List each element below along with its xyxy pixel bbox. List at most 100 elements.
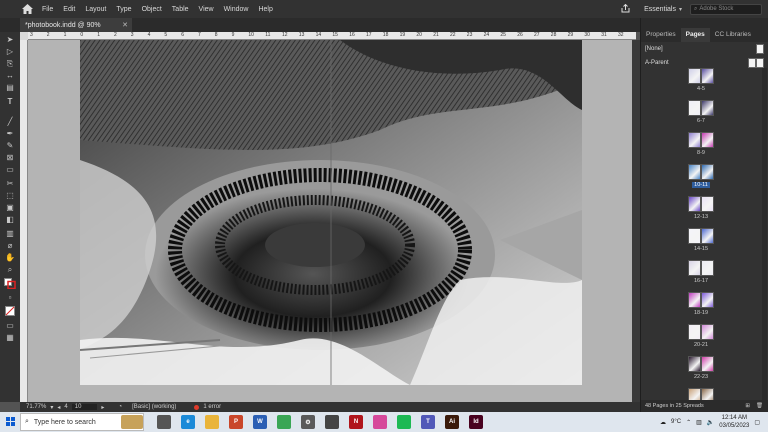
page-thumbnail[interactable] — [688, 228, 701, 244]
ruler-origin[interactable] — [20, 32, 28, 40]
next-page-icon[interactable]: ▸ — [101, 404, 104, 411]
menu-view[interactable]: View — [199, 6, 214, 13]
screen-mode-icon[interactable]: ▭ — [4, 320, 16, 331]
page-thumbnail[interactable] — [701, 260, 714, 276]
page-number[interactable]: 4 — [64, 404, 67, 410]
spread-last[interactable] — [687, 388, 715, 400]
page-thumbnail[interactable] — [688, 68, 701, 84]
panel-scrollbar[interactable] — [762, 68, 767, 400]
fill-stroke-swatch-icon[interactable] — [4, 278, 16, 290]
file-explorer-icon[interactable] — [205, 415, 219, 429]
pen-tool-icon[interactable]: ✒ — [4, 128, 16, 139]
menu-file[interactable]: File — [42, 6, 53, 13]
spread-4-5[interactable]: 4-5 — [687, 68, 715, 92]
tab-cc-libraries[interactable]: CC Libraries — [710, 28, 756, 42]
settings-icon[interactable]: ⚙ — [301, 415, 315, 429]
content-collector-icon[interactable]: ▤ — [4, 82, 16, 93]
preflight-errors[interactable]: 1 error — [203, 404, 221, 410]
menu-type[interactable]: Type — [116, 6, 131, 13]
menu-help[interactable]: Help — [258, 6, 272, 13]
chevron-up-icon[interactable]: ⌃ — [686, 419, 691, 426]
page-thumbnail[interactable] — [701, 132, 714, 148]
chevron-down-icon[interactable]: ▾ — [50, 404, 53, 411]
view-mode-icon[interactable]: ▦ — [4, 332, 16, 343]
note-tool-icon[interactable]: ▥ — [4, 228, 16, 239]
gradient-swatch-tool-icon[interactable]: ▣ — [4, 202, 16, 213]
eyedropper-tool-icon[interactable]: ⌀ — [4, 240, 16, 251]
page-thumbnail[interactable] — [688, 196, 701, 212]
scissors-tool-icon[interactable]: ✂ — [4, 178, 16, 189]
adobe-stock-search[interactable]: ⌕ Adobe Stock — [690, 3, 762, 15]
placed-image-crumpled-foil[interactable] — [80, 40, 582, 385]
page-thumbnail[interactable] — [688, 356, 701, 372]
page-thumbnail[interactable] — [688, 292, 701, 308]
spread-6-7[interactable]: 6-7 — [687, 100, 715, 124]
spread-22-23[interactable]: 22-23 — [687, 356, 715, 380]
trash-icon[interactable]: 🗑 — [756, 403, 763, 409]
hand-tool-icon[interactable]: ✋ — [4, 252, 16, 263]
rectangle-tool-icon[interactable]: ▭ — [4, 164, 16, 175]
volume-icon[interactable]: 🔈 — [707, 419, 714, 426]
page-thumbnail[interactable] — [701, 388, 714, 400]
zoom-tool-icon[interactable]: ⌕ — [4, 264, 16, 275]
notifications-icon[interactable]: ▢ — [754, 419, 760, 426]
menu-layout[interactable]: Layout — [85, 6, 106, 13]
weather-icon[interactable]: ☁ — [660, 419, 666, 426]
close-icon[interactable]: ✕ — [122, 21, 128, 29]
free-transform-tool-icon[interactable]: ⬚ — [4, 190, 16, 201]
netflix-icon[interactable]: N — [349, 415, 363, 429]
tab-properties[interactable]: Properties — [641, 28, 681, 42]
page-thumbnail[interactable] — [701, 196, 714, 212]
menu-table[interactable]: Table — [172, 6, 189, 13]
zoom-level[interactable]: 71.77% — [26, 404, 46, 410]
spread-12-13[interactable]: 12-13 — [687, 196, 715, 220]
spread-16-17[interactable]: 16-17 — [687, 260, 715, 284]
new-page-icon[interactable]: ⊞ — [745, 403, 750, 409]
edge-icon[interactable]: e — [181, 415, 195, 429]
pasteboard[interactable] — [28, 40, 632, 402]
preflight-profile[interactable]: [Basic] (working) — [132, 404, 176, 410]
page-thumbnail[interactable] — [688, 324, 701, 340]
windows-start-icon[interactable] — [6, 417, 15, 428]
spread-8-9[interactable]: 8-9 — [687, 132, 715, 156]
powerpoint-icon[interactable]: P — [229, 415, 243, 429]
menu-edit[interactable]: Edit — [63, 6, 75, 13]
horizontal-ruler[interactable]: 3 2 1 0 1 2 3 4 5 6 7 8 9 10 11 12 13 14 15 16 17 18 19 20 21 22 2… — [28, 32, 636, 40]
word-icon[interactable]: W — [253, 415, 267, 429]
prev-page-icon[interactable]: ◂ — [57, 404, 60, 411]
home-icon[interactable] — [20, 2, 34, 16]
tab-pages[interactable]: Pages — [680, 28, 710, 42]
spread-10-11[interactable]: 10-11 — [687, 164, 715, 188]
direct-selection-tool-icon[interactable]: ▷ — [4, 46, 16, 57]
workspace-switcher[interactable]: Essentials — [644, 6, 676, 13]
share-icon[interactable] — [621, 3, 630, 15]
page-thumbnail[interactable] — [688, 388, 701, 400]
task-view-icon[interactable] — [157, 415, 171, 429]
spread-14-15[interactable]: 14-15 — [687, 228, 715, 252]
chrome-icon[interactable] — [277, 415, 291, 429]
master-none[interactable]: [None] — [641, 42, 768, 56]
gradient-feather-tool-icon[interactable]: ◧ — [4, 214, 16, 225]
clock[interactable]: 12:14 AM 03/05/2023 — [719, 414, 749, 430]
page-thumbnail[interactable] — [688, 132, 701, 148]
page-thumbnail[interactable] — [701, 228, 714, 244]
teams-icon[interactable]: T — [421, 415, 435, 429]
page-thumbnail[interactable] — [701, 356, 714, 372]
page-thumbnail[interactable] — [701, 100, 714, 116]
vertical-ruler[interactable] — [20, 40, 28, 402]
instagram-icon[interactable] — [373, 415, 387, 429]
menu-window[interactable]: Window — [224, 6, 249, 13]
vertical-scrollbar[interactable] — [632, 40, 640, 402]
page-thumbnail[interactable] — [701, 324, 714, 340]
selection-tool-icon[interactable]: ➤ — [4, 34, 16, 45]
page-thumbnail[interactable] — [688, 260, 701, 276]
gap-tool-icon[interactable]: ↔ — [4, 70, 16, 81]
spread-18-19[interactable]: 18-19 — [687, 292, 715, 316]
rectangle-frame-tool-icon[interactable]: ⊠ — [4, 152, 16, 163]
spotify-icon[interactable] — [397, 415, 411, 429]
formatting-affects-container-icon[interactable]: ▫ — [4, 292, 16, 303]
page-tool-icon[interactable]: ⎘ — [4, 58, 16, 69]
page-thumbnail[interactable] — [701, 68, 714, 84]
weather-temp[interactable]: 9°C — [671, 419, 681, 425]
camera-icon[interactable] — [325, 415, 339, 429]
